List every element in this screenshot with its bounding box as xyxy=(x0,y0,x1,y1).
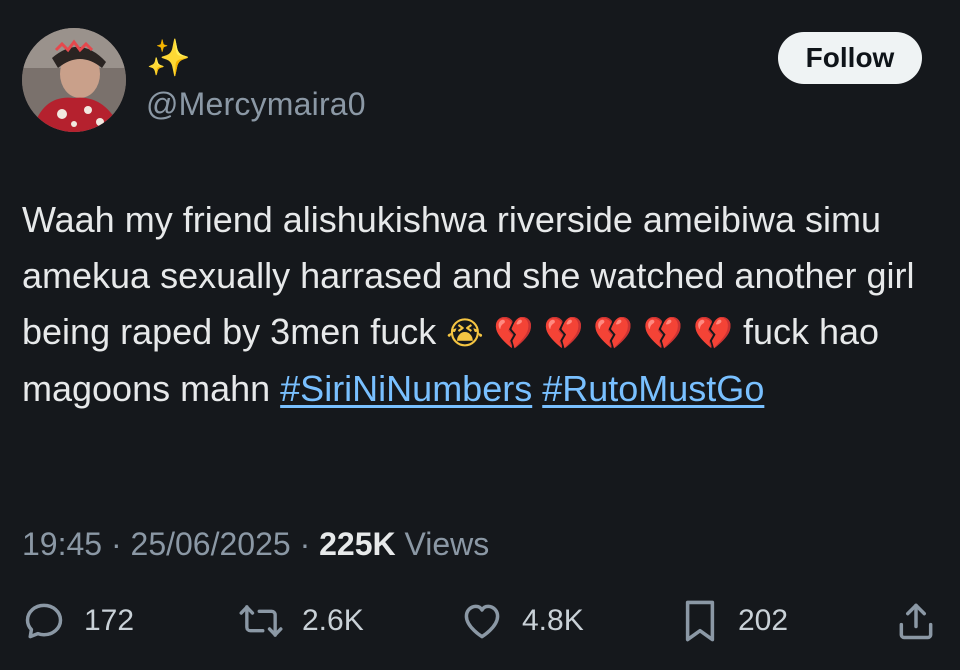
views-count: 225K xyxy=(319,526,396,562)
tweet-time[interactable]: 19:45 xyxy=(22,526,102,562)
display-name[interactable]: ✨ xyxy=(146,36,191,80)
broken-heart-emoji: 💔 xyxy=(643,314,684,352)
share-icon xyxy=(899,603,933,640)
bookmark-button[interactable]: 202 xyxy=(680,594,788,648)
avatar-image xyxy=(22,28,126,132)
avatar[interactable] xyxy=(22,28,126,132)
user-handle[interactable]: @Mercymaira0 xyxy=(146,84,366,124)
reply-count: 172 xyxy=(84,604,135,637)
tweet-text: Waah my friend alishukishwa riverside am… xyxy=(22,192,922,417)
views-label: Views xyxy=(404,526,490,562)
meta-separator: · xyxy=(299,526,311,562)
repost-icon xyxy=(239,605,283,637)
follow-button[interactable]: Follow xyxy=(778,32,922,84)
bookmark-icon xyxy=(685,600,715,642)
tweet-meta: 19:45 · 25/06/2025 · 225K Views xyxy=(22,522,489,566)
repost-button[interactable]: 2.6K xyxy=(238,594,364,648)
reply-icon xyxy=(25,603,63,639)
broken-heart-emoji: 💔 xyxy=(693,314,733,352)
like-button[interactable]: 4.8K xyxy=(460,594,584,648)
bookmark-count: 202 xyxy=(738,604,789,637)
crying-face-emoji: 😭 xyxy=(446,314,484,352)
broken-heart-emoji: 💔 xyxy=(593,314,634,352)
tweet-date[interactable]: 25/06/2025 xyxy=(131,526,291,562)
broken-heart-emoji: 💔 xyxy=(493,314,534,352)
hashtag-link[interactable]: #RutoMustGo xyxy=(542,368,764,409)
like-count: 4.8K xyxy=(522,604,584,637)
heart-icon xyxy=(464,604,500,639)
meta-separator: · xyxy=(110,526,122,562)
repost-count: 2.6K xyxy=(302,604,364,637)
reply-button[interactable]: 172 xyxy=(22,594,134,648)
share-button[interactable] xyxy=(894,594,938,648)
action-bar: 172 2.6K 4.8K 202 xyxy=(0,594,960,648)
tweet-card: ✨ @Mercymaira0 Follow Waah my friend ali… xyxy=(0,0,960,670)
broken-heart-emoji: 💔 xyxy=(543,314,584,352)
hashtag-link[interactable]: #SiriNiNumbers xyxy=(280,368,532,409)
